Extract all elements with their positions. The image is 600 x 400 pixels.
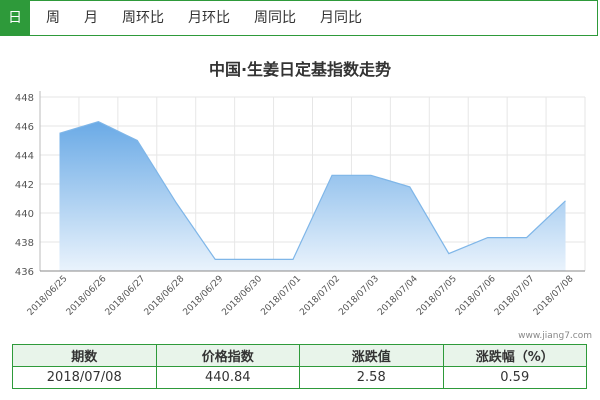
y-tick-label: 440 <box>15 209 34 220</box>
cell-change-percent: 0.59 <box>442 366 587 389</box>
y-tick-label: 446 <box>15 122 34 133</box>
x-tick-label: 2018/07/02 <box>298 274 342 318</box>
x-tick-label: 2018/07/04 <box>376 274 420 318</box>
y-tick-label: 444 <box>15 151 34 162</box>
header-price-index: 价格指数 <box>155 344 300 367</box>
cell-price-index: 440.84 <box>155 366 300 389</box>
x-tick-label: 2018/06/29 <box>182 274 226 318</box>
x-tick-label: 2018/07/07 <box>493 274 537 318</box>
x-tick-label: 2018/07/05 <box>415 274 459 318</box>
x-tick-label: 2018/07/03 <box>337 274 381 318</box>
x-tick-label: 2018/06/27 <box>104 274 148 318</box>
summary-table: 期数 价格指数 涨跌值 涨跌幅（%） 2018/07/08 440.84 2.5… <box>12 344 587 389</box>
header-period: 期数 <box>12 344 157 367</box>
x-tick-label: 2018/07/08 <box>532 274 576 318</box>
cell-period: 2018/07/08 <box>12 366 157 389</box>
summary-header-row: 期数 价格指数 涨跌值 涨跌幅（%） <box>12 344 587 367</box>
y-tick-label: 448 <box>15 93 34 104</box>
y-tick-label: 442 <box>15 180 34 191</box>
x-tick-label: 2018/06/26 <box>65 274 109 318</box>
y-tick-label: 436 <box>15 267 34 278</box>
x-tick-label: 2018/06/30 <box>220 274 264 318</box>
watermark: www.jiang7.com <box>518 331 592 341</box>
header-change-percent: 涨跌幅（%） <box>442 344 587 367</box>
header-change-value: 涨跌值 <box>299 344 444 367</box>
x-tick-label: 2018/07/01 <box>259 274 303 318</box>
y-tick-label: 438 <box>15 238 34 249</box>
cell-change-value: 2.58 <box>299 366 444 389</box>
x-tick-label: 2018/06/28 <box>143 274 187 318</box>
x-tick-label: 2018/06/25 <box>26 274 70 318</box>
chart-title: 中国·生姜日定基指数走势 <box>208 60 392 79</box>
x-tick-label: 2018/07/06 <box>454 274 498 318</box>
table-row: 2018/07/08 440.84 2.58 0.59 <box>12 366 587 389</box>
